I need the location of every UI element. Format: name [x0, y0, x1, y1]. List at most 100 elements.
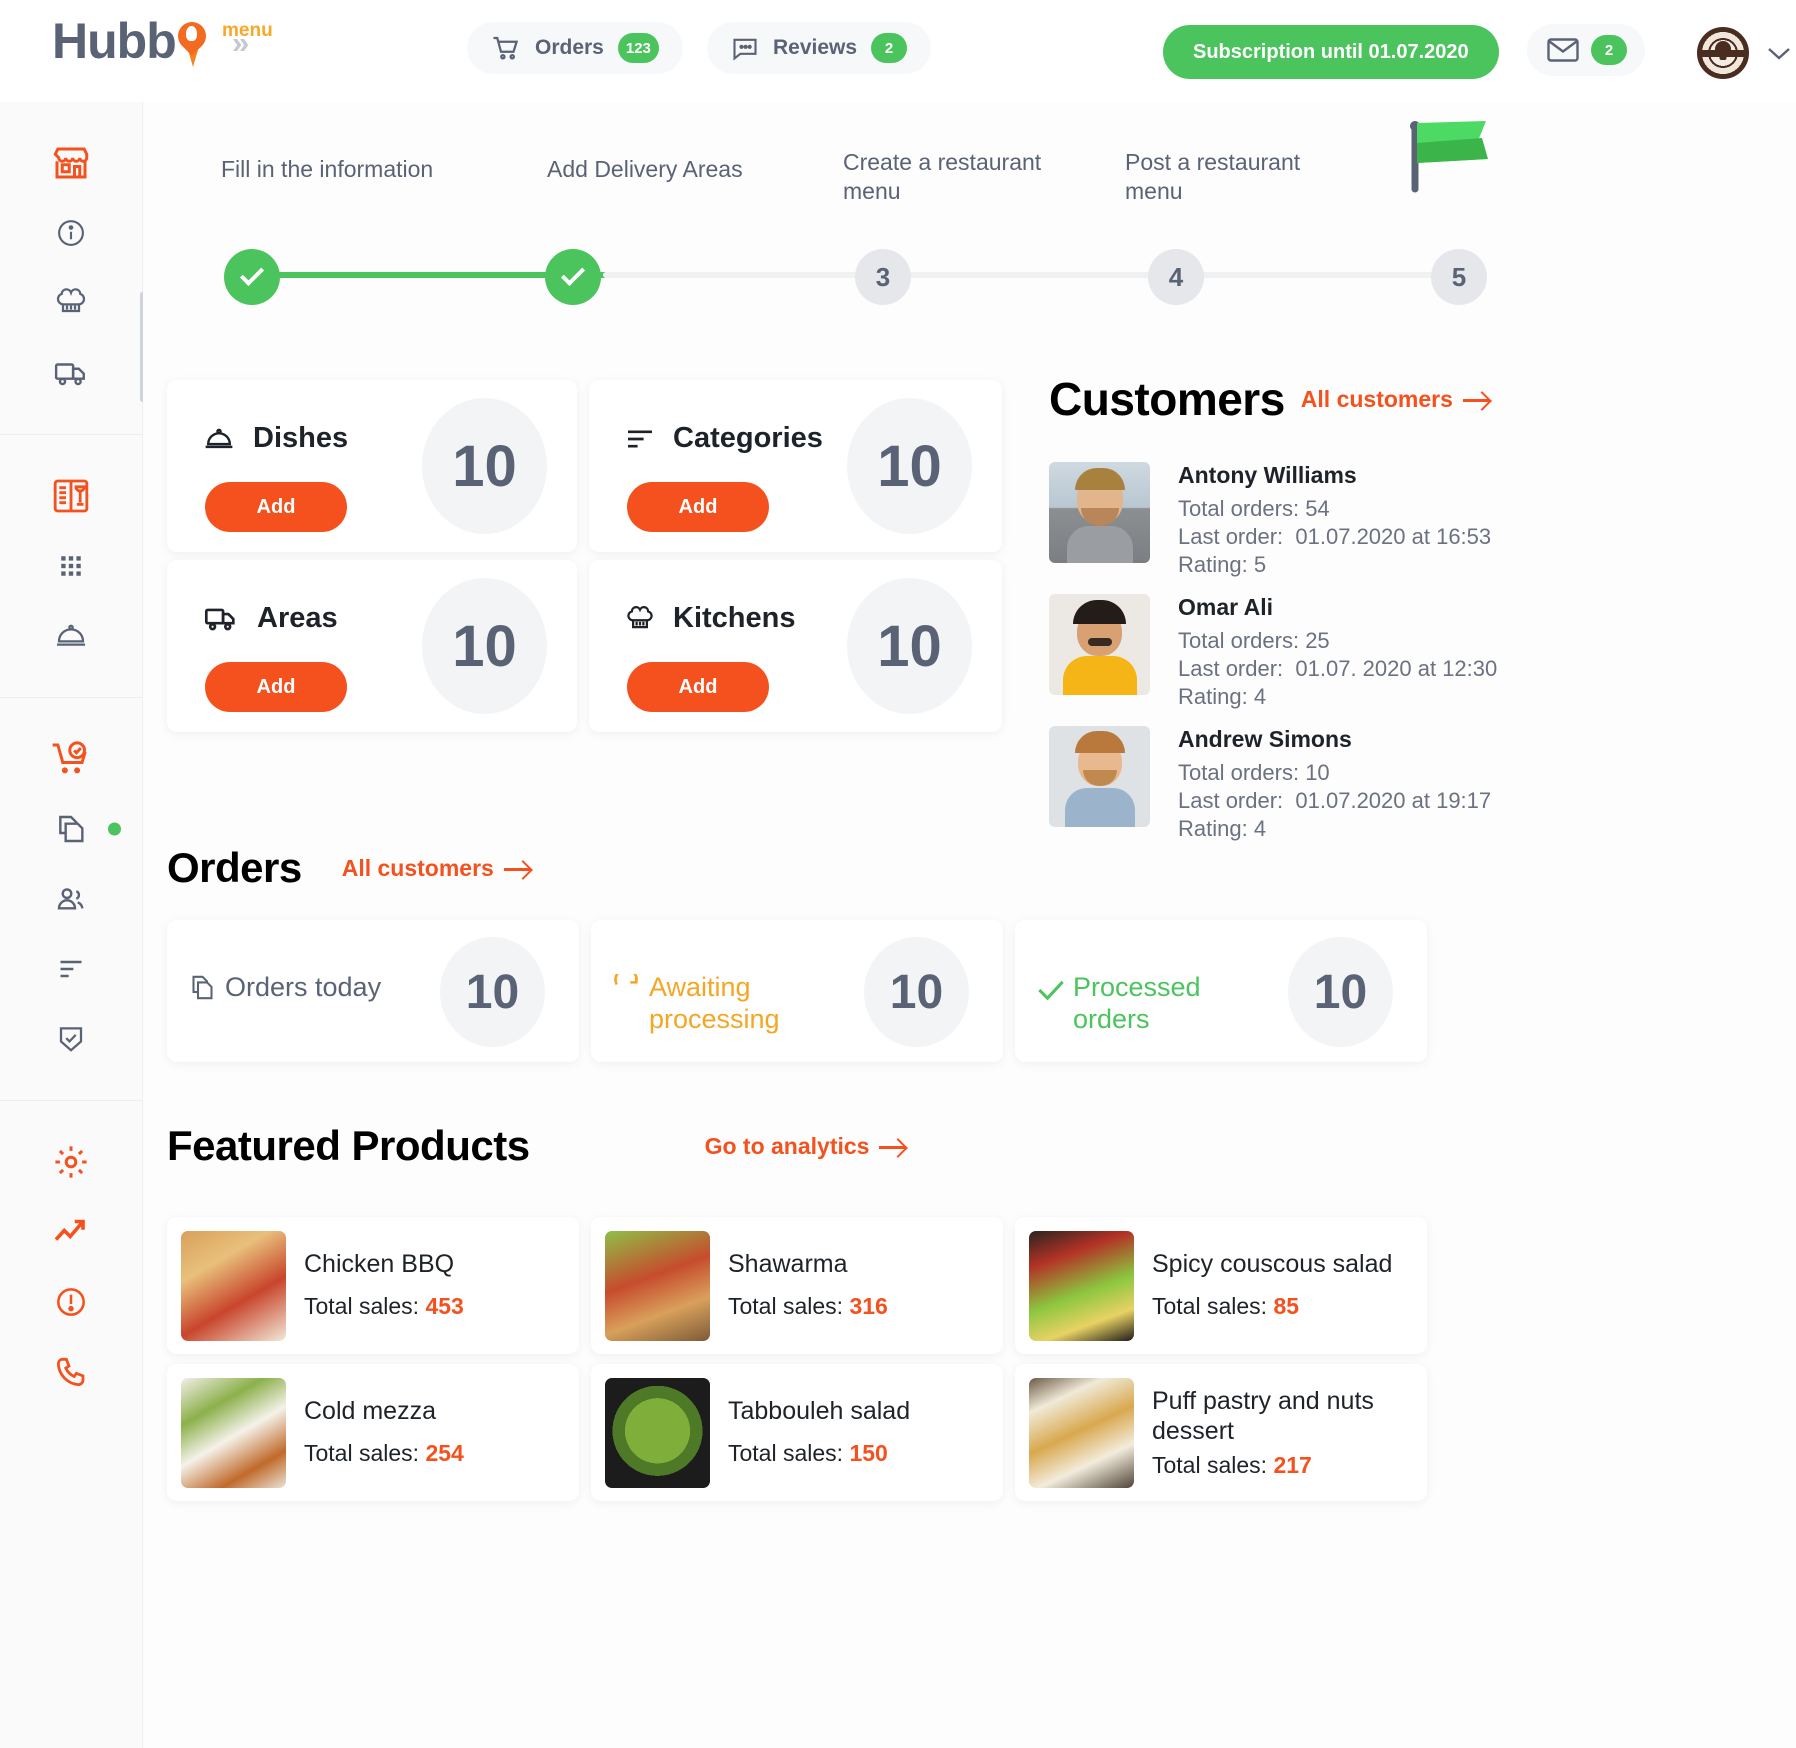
add-dish-button[interactable]: Add [205, 482, 347, 532]
orders-label: Orders [535, 36, 604, 59]
sales-label: Total sales: [728, 1293, 844, 1319]
product-card[interactable]: Cold mezza Total sales: 254 [167, 1364, 579, 1501]
sidebar-item-support-call[interactable] [0, 1337, 142, 1407]
store-icon [53, 147, 89, 179]
step-circle-4[interactable]: 4 [1148, 249, 1204, 305]
label: Rating: [1178, 552, 1248, 578]
sidebar-item-categories-grid[interactable] [0, 531, 142, 601]
copy-files-icon [59, 815, 84, 843]
customer-rating: Rating: 4 [1178, 815, 1491, 843]
step-label-4: Post a restaurant menu [1125, 149, 1301, 204]
sidebar-item-information[interactable] [0, 198, 142, 268]
step-circle-2[interactable] [545, 249, 601, 305]
menu-book-icon [53, 479, 89, 513]
add-area-button[interactable]: Add [205, 662, 347, 712]
stat-card-categories[interactable]: Categories Add 10 [589, 380, 1002, 552]
sidebar-group-restaurant [0, 102, 142, 435]
order-card-today[interactable]: Orders today 10 [167, 920, 579, 1062]
step-circle-3[interactable]: 3 [855, 249, 911, 305]
sidebar-item-kitchens[interactable] [0, 268, 142, 338]
value: 01.07.2020 at 19:17 [1295, 788, 1492, 814]
go-to-analytics-link[interactable]: Go to analytics [705, 1133, 906, 1160]
product-sales: Total sales: 217 [1152, 1452, 1312, 1479]
value: 10 [1305, 760, 1330, 785]
customer-row-2[interactable]: Omar Ali Total orders: 25 Last order: 01… [1049, 594, 1497, 711]
stat-card-kitchens[interactable]: Kitchens Add 10 [589, 560, 1002, 732]
sidebar-item-analytics[interactable] [0, 1197, 142, 1267]
sidebar-item-storefront[interactable] [0, 128, 142, 198]
left-sidebar [0, 102, 145, 1748]
sidebar-item-menu-book[interactable] [0, 461, 142, 531]
product-card[interactable]: Tabbouleh salad Total sales: 150 [591, 1364, 1003, 1501]
product-name: Spicy couscous salad [1152, 1250, 1393, 1278]
header-mail-button[interactable]: 2 [1527, 24, 1645, 76]
chevron-down-icon[interactable] [1767, 46, 1791, 60]
sidebar-group-menu [0, 435, 142, 698]
app-logo[interactable]: Hubb menu [52, 16, 273, 74]
sidebar-item-security[interactable] [0, 1004, 142, 1074]
chevron-double-right-icon[interactable]: » [232, 25, 249, 61]
notification-dot [108, 822, 121, 836]
refresh-icon [613, 967, 641, 1007]
product-card[interactable]: Chicken BBQ Total sales: 453 [167, 1217, 579, 1354]
user-menu[interactable] [1697, 27, 1791, 79]
order-card-processed[interactable]: Processed orders 10 [1015, 920, 1427, 1062]
stat-card-title: Areas [257, 602, 338, 634]
product-card[interactable]: Shawarma Total sales: 316 [591, 1217, 1003, 1354]
users-icon [57, 888, 84, 910]
step-connector-4-5 [1171, 272, 1463, 278]
header-reviews-button[interactable]: Reviews 2 [707, 22, 932, 74]
sidebar-item-documents[interactable] [0, 794, 142, 864]
dish-cloche-icon [57, 624, 85, 646]
product-name: Tabbouleh salad [728, 1397, 911, 1425]
top-header: Hubb menu » Orders 123 Reviews 2 Subscri… [0, 0, 1796, 102]
sidebar-item-customers[interactable] [0, 864, 142, 934]
map-pin-icon [171, 16, 218, 74]
order-card-value: 10 [1288, 937, 1393, 1047]
sidebar-item-settings[interactable] [0, 1127, 142, 1197]
all-customers-link[interactable]: All customers [1301, 386, 1489, 413]
green-flag-icon [1398, 117, 1494, 200]
step-circle-5[interactable]: 5 [1431, 249, 1487, 305]
orders-all-customers-label: All customers [341, 854, 494, 881]
order-card-awaiting[interactable]: Awaiting processing 10 [591, 920, 1003, 1062]
customer-row-3[interactable]: Andrew Simons Total orders: 10 Last orde… [1049, 726, 1491, 843]
customer-last-order: Last order: 01.07. 2020 at 12:30 [1178, 655, 1497, 683]
product-name: Puff pastry and nuts dessert [1152, 1387, 1374, 1445]
stat-card-title: Kitchens [673, 602, 796, 634]
add-category-button[interactable]: Add [627, 482, 769, 532]
sidebar-item-lists[interactable] [0, 934, 142, 1004]
subscription-button[interactable]: Subscription until 01.07.2020 [1163, 25, 1499, 79]
go-to-analytics-label: Go to analytics [704, 1132, 870, 1159]
product-card[interactable]: Puff pastry and nuts dessert Total sales… [1015, 1364, 1427, 1501]
chef-hat-icon [627, 605, 653, 628]
customer-details: Antony Williams Total orders: 54 Last or… [1178, 462, 1491, 579]
customers-header: Customers All customers [1049, 372, 1489, 426]
shield-check-icon [59, 1027, 83, 1052]
add-kitchen-button[interactable]: Add [627, 662, 769, 712]
stat-card-dishes[interactable]: Dishes Add 10 [167, 380, 577, 552]
orders-count-badge: 123 [617, 33, 659, 63]
customer-avatar [1049, 726, 1150, 827]
arrow-right-icon [503, 868, 530, 871]
sidebar-item-alerts[interactable] [0, 1267, 142, 1337]
sidebar-item-dishes[interactable] [0, 601, 142, 671]
header-orders-button[interactable]: Orders 123 [467, 22, 683, 74]
step-circle-1[interactable] [224, 249, 280, 305]
customer-last-order: Last order: 01.07.2020 at 19:17 [1178, 787, 1491, 815]
align-left-icon [60, 960, 82, 978]
sales-label: Total sales: [1152, 1293, 1268, 1319]
value: 4 [1253, 684, 1267, 710]
orders-all-customers-link[interactable]: All customers [342, 855, 530, 882]
product-image [181, 1378, 286, 1488]
sales-label: Total sales: [728, 1440, 844, 1466]
customer-total-orders: Total orders: 10 [1178, 759, 1491, 787]
stat-card-areas[interactable]: Areas Add 10 [167, 560, 577, 732]
order-card-title: Awaiting processing [649, 972, 780, 1034]
product-card[interactable]: Spicy couscous salad Total sales: 85 [1015, 1217, 1427, 1354]
customer-row-1[interactable]: Antony Williams Total orders: 54 Last or… [1049, 462, 1491, 579]
label: Total orders: [1178, 628, 1300, 653]
all-customers-link-label: All customers [1300, 385, 1453, 412]
sidebar-item-orders-cart[interactable] [0, 724, 142, 794]
sidebar-item-delivery[interactable] [0, 338, 142, 408]
